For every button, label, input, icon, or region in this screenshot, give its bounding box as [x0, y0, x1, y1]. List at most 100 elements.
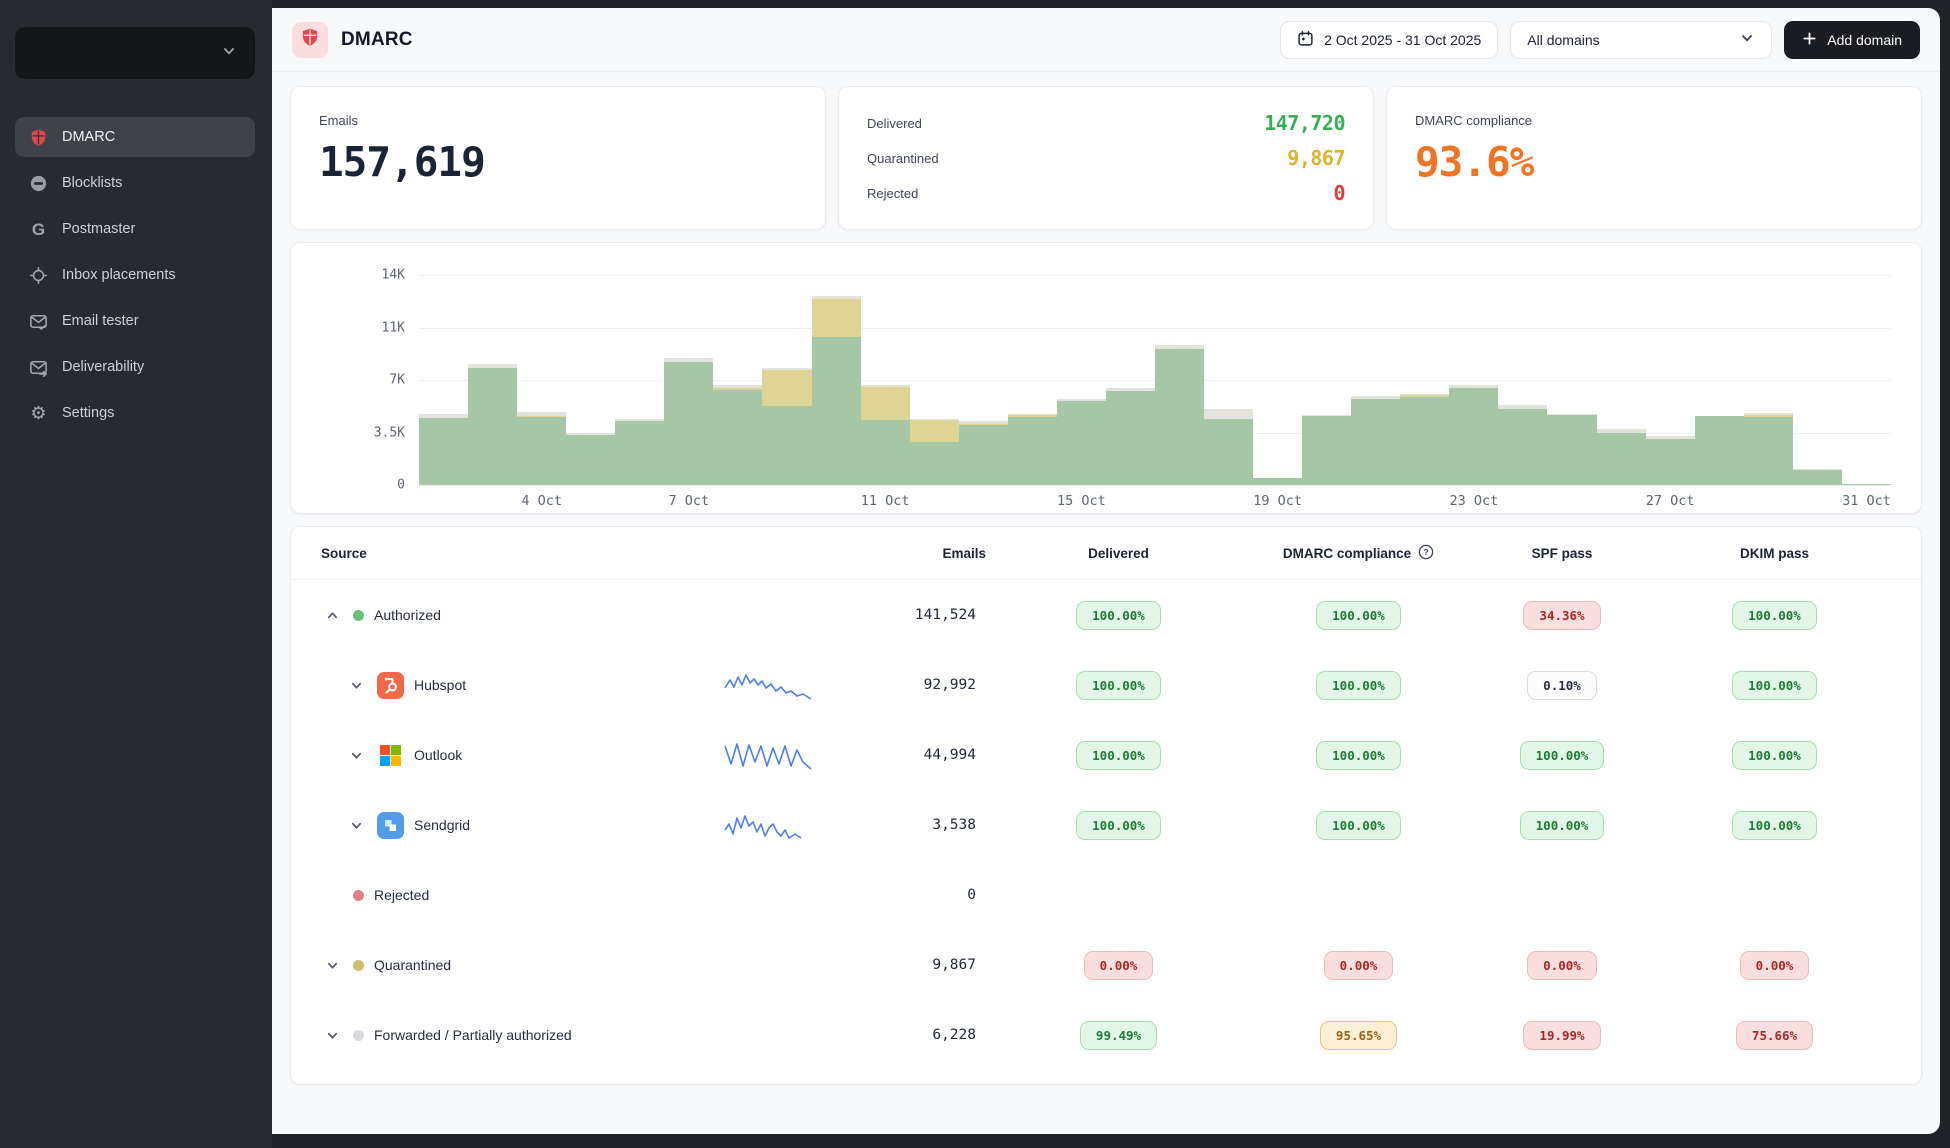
chart-bar — [517, 412, 566, 486]
percentage-badge: 75.66% — [1736, 1021, 1813, 1050]
table-row[interactable]: Forwarded / Partially authorized6,22899.… — [291, 1000, 1921, 1070]
sparkline-chart — [723, 738, 819, 772]
sidebar-item-deliverability[interactable]: Deliverability — [15, 347, 255, 387]
chevron-down-icon[interactable] — [345, 674, 367, 696]
sidebar-item-label: Settings — [62, 405, 114, 421]
sidebar: DMARC Blocklists GPostmaster Inbox placemen… — [0, 0, 272, 1148]
source-cell: Rejected — [321, 884, 681, 906]
hubspot-icon — [377, 672, 404, 699]
shield-icon — [300, 27, 320, 52]
table-row[interactable]: Outlook44,994100.00%100.00%100.00%100.00… — [291, 720, 1921, 790]
breakdown-label: Rejected — [867, 186, 918, 201]
column-emails: Emails — [861, 546, 986, 561]
table-body: Authorized141,524100.00%100.00%34.36%100… — [291, 580, 1921, 1070]
x-axis-tick: 23 Oct — [1450, 493, 1499, 509]
column-delivered: Delivered — [986, 546, 1251, 561]
chart-bar — [1793, 469, 1842, 485]
compliance-label: DMARC compliance — [1415, 113, 1893, 128]
bar-segment-delivered — [1155, 349, 1204, 486]
sidebar-item-blocklists[interactable]: Blocklists — [15, 163, 255, 203]
delivery-breakdown-card: Delivered147,720Quarantined9,867Rejected… — [838, 86, 1374, 230]
bar-segment-delivered — [1106, 391, 1155, 485]
chart-bar — [762, 368, 811, 485]
chart-bar — [1253, 478, 1302, 486]
column-dkim-pass: DKIM pass — [1658, 546, 1891, 561]
breakdown-label: Delivered — [867, 116, 922, 131]
x-axis-tick: 7 Oct — [669, 493, 710, 509]
chevron-down-icon[interactable] — [345, 744, 367, 766]
column-source: Source — [321, 546, 681, 561]
bar-segment-delivered — [1204, 419, 1253, 485]
table-row[interactable]: Authorized141,524100.00%100.00%34.36%100… — [291, 580, 1921, 650]
table-row[interactable]: Quarantined9,8670.00%0.00%0.00%0.00% — [291, 930, 1921, 1000]
date-range-button[interactable]: 2 Oct 2025 - 31 Oct 2025 — [1280, 21, 1498, 59]
chart-bar — [615, 419, 664, 485]
sparkline-cell — [681, 808, 861, 842]
chart-bar — [468, 364, 517, 486]
chevron-spacer — [321, 884, 343, 906]
chart-bar — [1155, 345, 1204, 485]
source-status-dot — [353, 610, 364, 621]
envelope-check-icon — [28, 311, 49, 332]
table-row[interactable]: Rejected0 — [291, 860, 1921, 930]
chart-bar — [1597, 429, 1646, 485]
chevron-down-icon[interactable] — [321, 954, 343, 976]
chevron-up-icon[interactable] — [321, 604, 343, 626]
percentage-badge: 100.00% — [1076, 671, 1161, 700]
source-cell: Outlook — [321, 742, 681, 769]
percentage-badge: 100.00% — [1732, 811, 1817, 840]
x-axis-tick: 11 Oct — [861, 493, 910, 509]
chevron-down-icon[interactable] — [321, 1024, 343, 1046]
badge-cell: 100.00% — [1658, 811, 1891, 840]
chart-bar — [1498, 405, 1547, 485]
sidebar-item-inbox-placements[interactable]: Inbox placements — [15, 255, 255, 295]
chart-bar — [1400, 394, 1449, 486]
percentage-badge: 100.00% — [1076, 811, 1161, 840]
table-header-row: Source Emails Delivered DMARC compliance… — [291, 527, 1921, 580]
main-panel: DMARC 2 Oct 2025 - 31 Oct 2025 All domai… — [272, 8, 1940, 1134]
y-axis-tick: 14K — [382, 268, 405, 283]
bar-segment-delivered — [713, 390, 762, 485]
stacked-bar-chart: 14K11K7K3.5K0 — [419, 275, 1891, 485]
y-axis-tick: 7K — [389, 373, 405, 388]
stats-row: Emails 157,619 Delivered147,720Quarantin… — [290, 86, 1922, 230]
table-row[interactable]: Sendgrid3,538100.00%100.00%100.00%100.00… — [291, 790, 1921, 860]
emails-value: 6,228 — [861, 1027, 986, 1043]
y-axis-tick: 11K — [382, 320, 405, 335]
workspace-selector[interactable] — [15, 27, 255, 79]
sidebar-item-settings[interactable]: ⚙ Settings — [15, 393, 255, 433]
bar-segment-quarantined — [812, 299, 861, 337]
chart-bar — [713, 385, 762, 485]
breakdown-value: 9,867 — [1287, 146, 1345, 170]
sidebar-nav: DMARC Blocklists GPostmaster Inbox placemen… — [15, 117, 255, 433]
chevron-down-icon[interactable] — [345, 814, 367, 836]
gear-icon: ⚙ — [28, 403, 49, 424]
chart-bar — [1449, 385, 1498, 486]
badge-cell: 95.65% — [1251, 1021, 1466, 1050]
help-icon[interactable]: ? — [1418, 544, 1434, 563]
emails-total-value: 157,619 — [319, 138, 797, 186]
source-cell: Forwarded / Partially authorized — [321, 1024, 681, 1046]
table-row[interactable]: Hubspot92,992100.00%100.00%0.10%100.00% — [291, 650, 1921, 720]
chart-bar — [959, 421, 1008, 485]
sidebar-item-postmaster[interactable]: GPostmaster — [15, 209, 255, 249]
sidebar-item-dmarc[interactable]: DMARC — [15, 117, 255, 157]
add-domain-button[interactable]: Add domain — [1784, 21, 1920, 59]
svg-text:?: ? — [1424, 547, 1429, 557]
chart-bar — [566, 433, 615, 486]
chart-bar — [1646, 436, 1695, 486]
sidebar-item-label: Deliverability — [62, 359, 144, 375]
sidebar-item-label: Inbox placements — [62, 267, 176, 283]
badge-cell: 100.00% — [1658, 741, 1891, 770]
source-status-dot — [353, 960, 364, 971]
source-cell: Authorized — [321, 604, 681, 626]
sidebar-item-email-tester[interactable]: Email tester — [15, 301, 255, 341]
bar-segment-delivered — [910, 442, 959, 486]
domain-filter-select[interactable]: All domains — [1510, 21, 1772, 59]
source-label: Rejected — [374, 887, 429, 903]
badge-cell: 100.00% — [1251, 741, 1466, 770]
x-axis-tick: 19 Oct — [1253, 493, 1302, 509]
badge-cell: 0.00% — [986, 951, 1251, 980]
emails-total-label: Emails — [319, 113, 797, 128]
percentage-badge: 95.65% — [1320, 1021, 1397, 1050]
